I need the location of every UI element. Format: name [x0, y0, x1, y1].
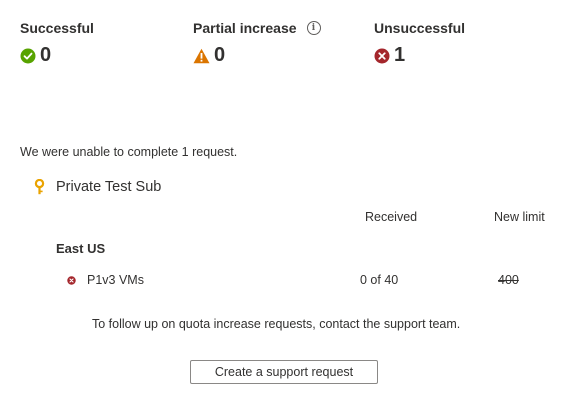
unsuccessful-count: 1 [374, 44, 405, 67]
support-note: To follow up on quota increase requests,… [92, 317, 461, 331]
column-header-new-limit: New limit [494, 210, 545, 224]
successful-count-value: 0 [40, 44, 52, 66]
key-icon [34, 179, 45, 195]
partial-increase-label: Partial increase [193, 20, 297, 36]
resource-name: P1v3 VMs [87, 273, 144, 287]
warning-icon [193, 48, 210, 64]
new-limit-value: 400 [498, 273, 519, 287]
info-icon[interactable]: i [306, 21, 321, 35]
successful-label: Successful [20, 20, 94, 36]
check-circle-icon [20, 48, 36, 64]
error-circle-icon [67, 276, 76, 285]
subscription-header: Private Test Sub [34, 179, 161, 195]
successful-count: 0 [20, 44, 51, 67]
unsuccessful-count-value: 1 [394, 44, 406, 66]
partial-increase-count-value: 0 [214, 44, 226, 66]
create-support-request-button[interactable]: Create a support request [190, 360, 378, 384]
received-value: 0 of 40 [360, 273, 399, 287]
table-row [67, 276, 76, 285]
error-circle-icon [374, 48, 390, 64]
result-message: We were unable to complete 1 request. [20, 145, 238, 159]
partial-increase-count: 0 [193, 44, 225, 67]
column-header-received: Received [365, 210, 418, 224]
subscription-name: Private Test Sub [56, 179, 162, 195]
unsuccessful-label: Unsuccessful [374, 20, 466, 36]
region-name: East US [56, 241, 106, 256]
partial-increase-header: Partial increase i [193, 20, 321, 36]
